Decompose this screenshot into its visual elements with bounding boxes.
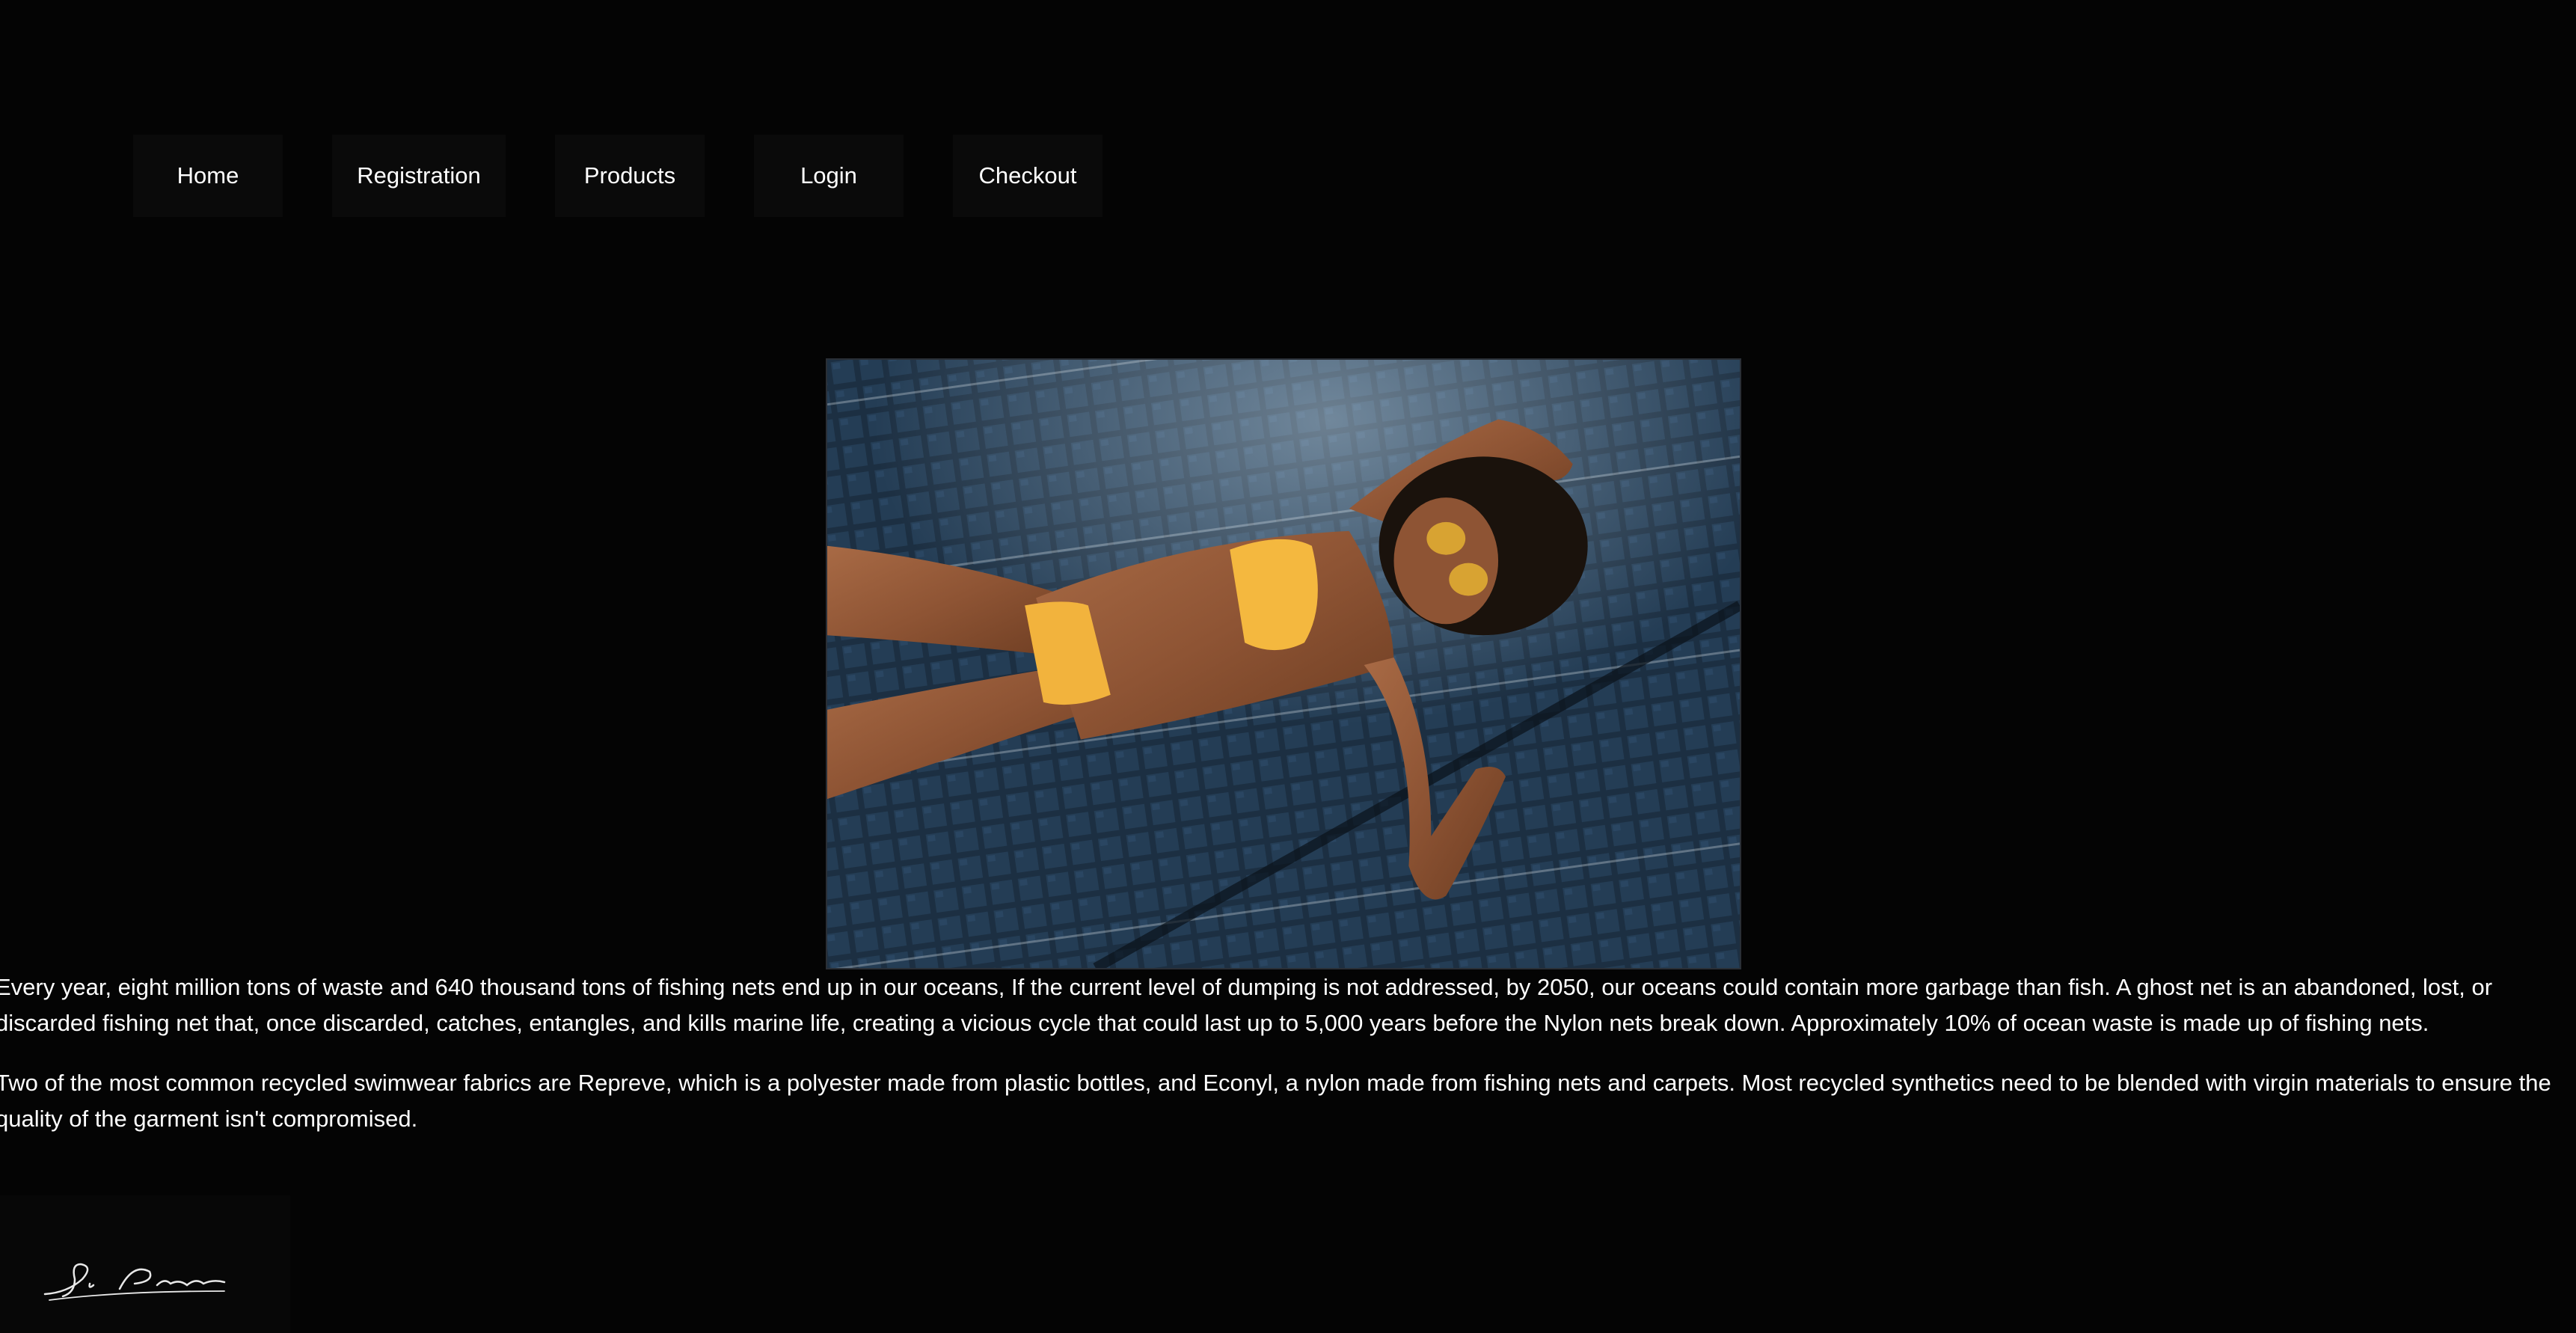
nav-registration-link[interactable]: Registration (332, 135, 506, 217)
paragraph-fishing-nets: Every year, eight million tons of waste … (0, 974, 2493, 1036)
signature-icon (43, 1263, 226, 1301)
main-nav: Home Registration Products Login Checkou… (133, 135, 1103, 217)
content-text: Every year, eight million tons of waste … (0, 969, 2576, 1161)
nav-login-link[interactable]: Login (754, 135, 904, 217)
signature-logo (0, 1195, 290, 1333)
nav-home-link[interactable]: Home (133, 135, 283, 217)
nav-checkout-link[interactable]: Checkout (953, 135, 1103, 217)
paragraph-recycled-fabrics: Two of the most common recycled swimwear… (0, 1070, 2551, 1132)
hero-image (826, 358, 1741, 969)
hero-photo (827, 360, 1740, 968)
nav-products-link[interactable]: Products (555, 135, 705, 217)
